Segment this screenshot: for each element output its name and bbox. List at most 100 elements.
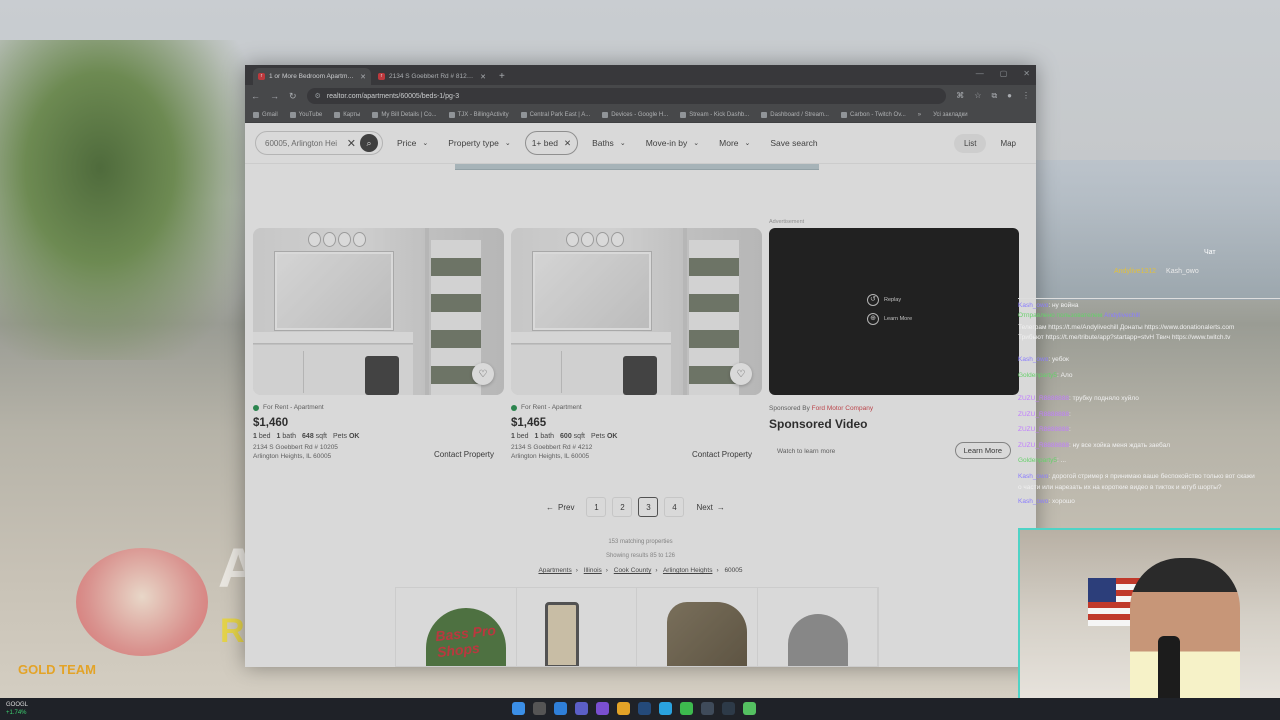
learn-more-overlay-button[interactable]: ⊕ Learn More (867, 313, 912, 325)
app-icon[interactable] (722, 702, 735, 715)
product-ad-strip[interactable]: Bass Pro Shops (395, 587, 879, 667)
bookmark-item[interactable]: Devices - Google H... (602, 111, 668, 118)
prev-page-button[interactable]: ← Prev (540, 503, 580, 512)
telegram-icon[interactable] (659, 702, 672, 715)
chrome-icon[interactable] (680, 702, 693, 715)
bookmark-item[interactable]: Dashboard / Stream... (761, 111, 829, 118)
breadcrumb-link[interactable]: Illinois (584, 567, 602, 574)
breadcrumb-link[interactable]: Cook County (614, 567, 652, 574)
search-icon[interactable] (533, 702, 546, 715)
next-page-button[interactable]: Next → (690, 503, 730, 512)
bookmark-star-icon[interactable]: ☆ (974, 91, 981, 101)
listing-status: For Rent - Apartment (253, 404, 504, 411)
bookmark-item[interactable]: Gmail (253, 111, 278, 118)
page-button[interactable]: 2 (612, 497, 633, 517)
app-icon[interactable] (701, 702, 714, 715)
taskbar: GOOGL +1.74% (0, 698, 1280, 720)
breadcrumb-link[interactable]: Arlington Heights (663, 567, 713, 574)
beds-filter[interactable]: 1+ bed ✕ (524, 131, 579, 155)
site-info-icon[interactable]: ⚙ (315, 92, 321, 100)
search-input[interactable]: 60005, Arlington Hei (265, 139, 343, 148)
sponsored-video-player[interactable]: ↺ Replay ⊕ Learn More (769, 228, 1019, 395)
all-bookmarks-folder[interactable]: Усі закладки (933, 112, 968, 118)
profile-avatar-icon[interactable]: ● (1007, 91, 1012, 101)
page-button[interactable]: 4 (664, 497, 685, 517)
page-button-current[interactable]: 3 (638, 497, 659, 517)
list-view-button[interactable]: List (953, 133, 987, 153)
stream-chat: Чат Andylive1312 Kash_owo Kash_owo: ну в… (1018, 245, 1280, 525)
learn-more-button[interactable]: Learn More (954, 442, 1011, 459)
bookmark-favicon-icon (840, 111, 847, 118)
address-bar[interactable]: ⚙ realtor.com/apartments/60005/beds-1/pg… (306, 88, 947, 104)
clear-search-icon[interactable]: ✕ (347, 137, 356, 150)
bookmark-item[interactable]: YouTube (289, 111, 322, 118)
maximize-icon[interactable]: ▢ (1000, 69, 1008, 78)
chat-message: Трибьют https://t.me/tribute/app?startap… (1018, 334, 1231, 341)
stock-widget[interactable]: GOOGL +1.74% (6, 701, 28, 717)
contact-property-button[interactable]: Contact Property (688, 447, 756, 462)
breadcrumb-link[interactable]: Apartments (538, 567, 571, 574)
edge-icon[interactable] (554, 702, 567, 715)
start-icon[interactable] (512, 702, 525, 715)
bookmark-item[interactable]: My Bill Details | Co... (372, 111, 437, 118)
minimize-icon[interactable]: — (976, 69, 984, 78)
property-type-filter[interactable]: Property type ⌄ (442, 131, 516, 155)
listing-photo[interactable]: ♡ (511, 228, 762, 395)
ad-product[interactable] (517, 588, 637, 666)
results-summary: 153 matching properties Showing results … (605, 539, 676, 559)
listing-card[interactable]: ♡ For Rent - Apartment $1,465 1 bed 1 ba… (511, 228, 762, 472)
more-filter[interactable]: More ⌄ (713, 131, 756, 155)
tab-close-icon[interactable]: ✕ (360, 73, 366, 81)
save-search-button[interactable]: Save search (764, 131, 823, 155)
bookmark-item[interactable]: Stream - Kick Dashb... (680, 111, 749, 118)
menu-icon[interactable]: ⋮ (1022, 91, 1030, 101)
bookmark-item[interactable]: TJX - BillingActivity (448, 111, 509, 118)
ad-product[interactable] (758, 588, 878, 666)
app-icon[interactable] (743, 702, 756, 715)
search-icon[interactable]: ⌕ (360, 134, 378, 152)
chat-message: Goldenparty5: ... (1018, 457, 1067, 464)
tab-goebbert[interactable]: r 2134 S Goebbert Rd # 8121, Arlington H… (373, 68, 491, 85)
app-icon[interactable] (575, 702, 588, 715)
forward-icon[interactable]: → (270, 91, 279, 101)
close-window-icon[interactable]: ✕ (1023, 69, 1030, 78)
translate-icon[interactable]: ⌘ (956, 91, 964, 101)
listing-card[interactable]: ♡ For Rent - Apartment $1,460 1 bed 1 ba… (253, 228, 504, 472)
map-view-button[interactable]: Map (990, 134, 1026, 153)
new-tab-button[interactable]: + (499, 71, 505, 82)
sponsor-link[interactable]: Ford Motor Company (812, 405, 873, 412)
tab-realtor-listing[interactable]: r 1 or More Bedroom Apartments ✕ (253, 68, 371, 85)
close-icon[interactable]: ✕ (564, 138, 571, 149)
steam-icon[interactable] (638, 702, 651, 715)
location-search[interactable]: 60005, Arlington Hei ✕ ⌕ (255, 131, 383, 155)
price-filter[interactable]: Price ⌄ (391, 131, 434, 155)
listing-cards: ♡ For Rent - Apartment $1,460 1 bed 1 ba… (253, 228, 1019, 472)
heart-icon[interactable]: ♡ (730, 363, 752, 385)
ad-product[interactable] (637, 588, 758, 666)
baths-filter[interactable]: Baths ⌄ (586, 131, 632, 155)
move-in-filter[interactable]: Move-in by ⌄ (640, 131, 705, 155)
chat-message: Goldenparty5: Ало (1018, 372, 1073, 379)
bookmarks-more-button[interactable]: » (918, 112, 921, 118)
back-icon[interactable]: ← (251, 91, 260, 101)
page-button[interactable]: 1 (586, 497, 607, 517)
chat-message: Kash_owo: дорогой стример я принимаю ваш… (1018, 473, 1255, 480)
bookmark-item[interactable]: Central Park East | A... (520, 111, 590, 118)
tab-title: 2134 S Goebbert Rd # 8121, Arlington Hei… (389, 73, 476, 80)
heart-icon[interactable]: ♡ (472, 363, 494, 385)
chat-message: ZUZU_R8888888: трубку подняло хуйло (1018, 395, 1139, 402)
listing-photo[interactable]: ♡ (253, 228, 504, 395)
reload-icon[interactable]: ↻ (289, 91, 297, 102)
explorer-icon[interactable] (617, 702, 630, 715)
contact-property-button[interactable]: Contact Property (430, 447, 498, 462)
replay-button[interactable]: ↺ Replay (867, 294, 912, 306)
tab-close-icon[interactable]: ✕ (480, 73, 486, 81)
app-icon[interactable] (596, 702, 609, 715)
bookmark-item[interactable]: Карты (334, 111, 360, 118)
listing-specs: 1 bed 1 bath 600 sqft Pets OK (511, 433, 618, 440)
chat-message: ZUZU_R8888888: ну все хойка меня ждать з… (1018, 442, 1170, 449)
extensions-icon[interactable]: ⧉ (991, 91, 997, 101)
breadcrumb-current: 60005 (724, 567, 743, 574)
ad-product[interactable]: Bass Pro Shops (396, 588, 517, 666)
bookmark-item[interactable]: Carbon - Twitch Ov... (840, 111, 906, 118)
